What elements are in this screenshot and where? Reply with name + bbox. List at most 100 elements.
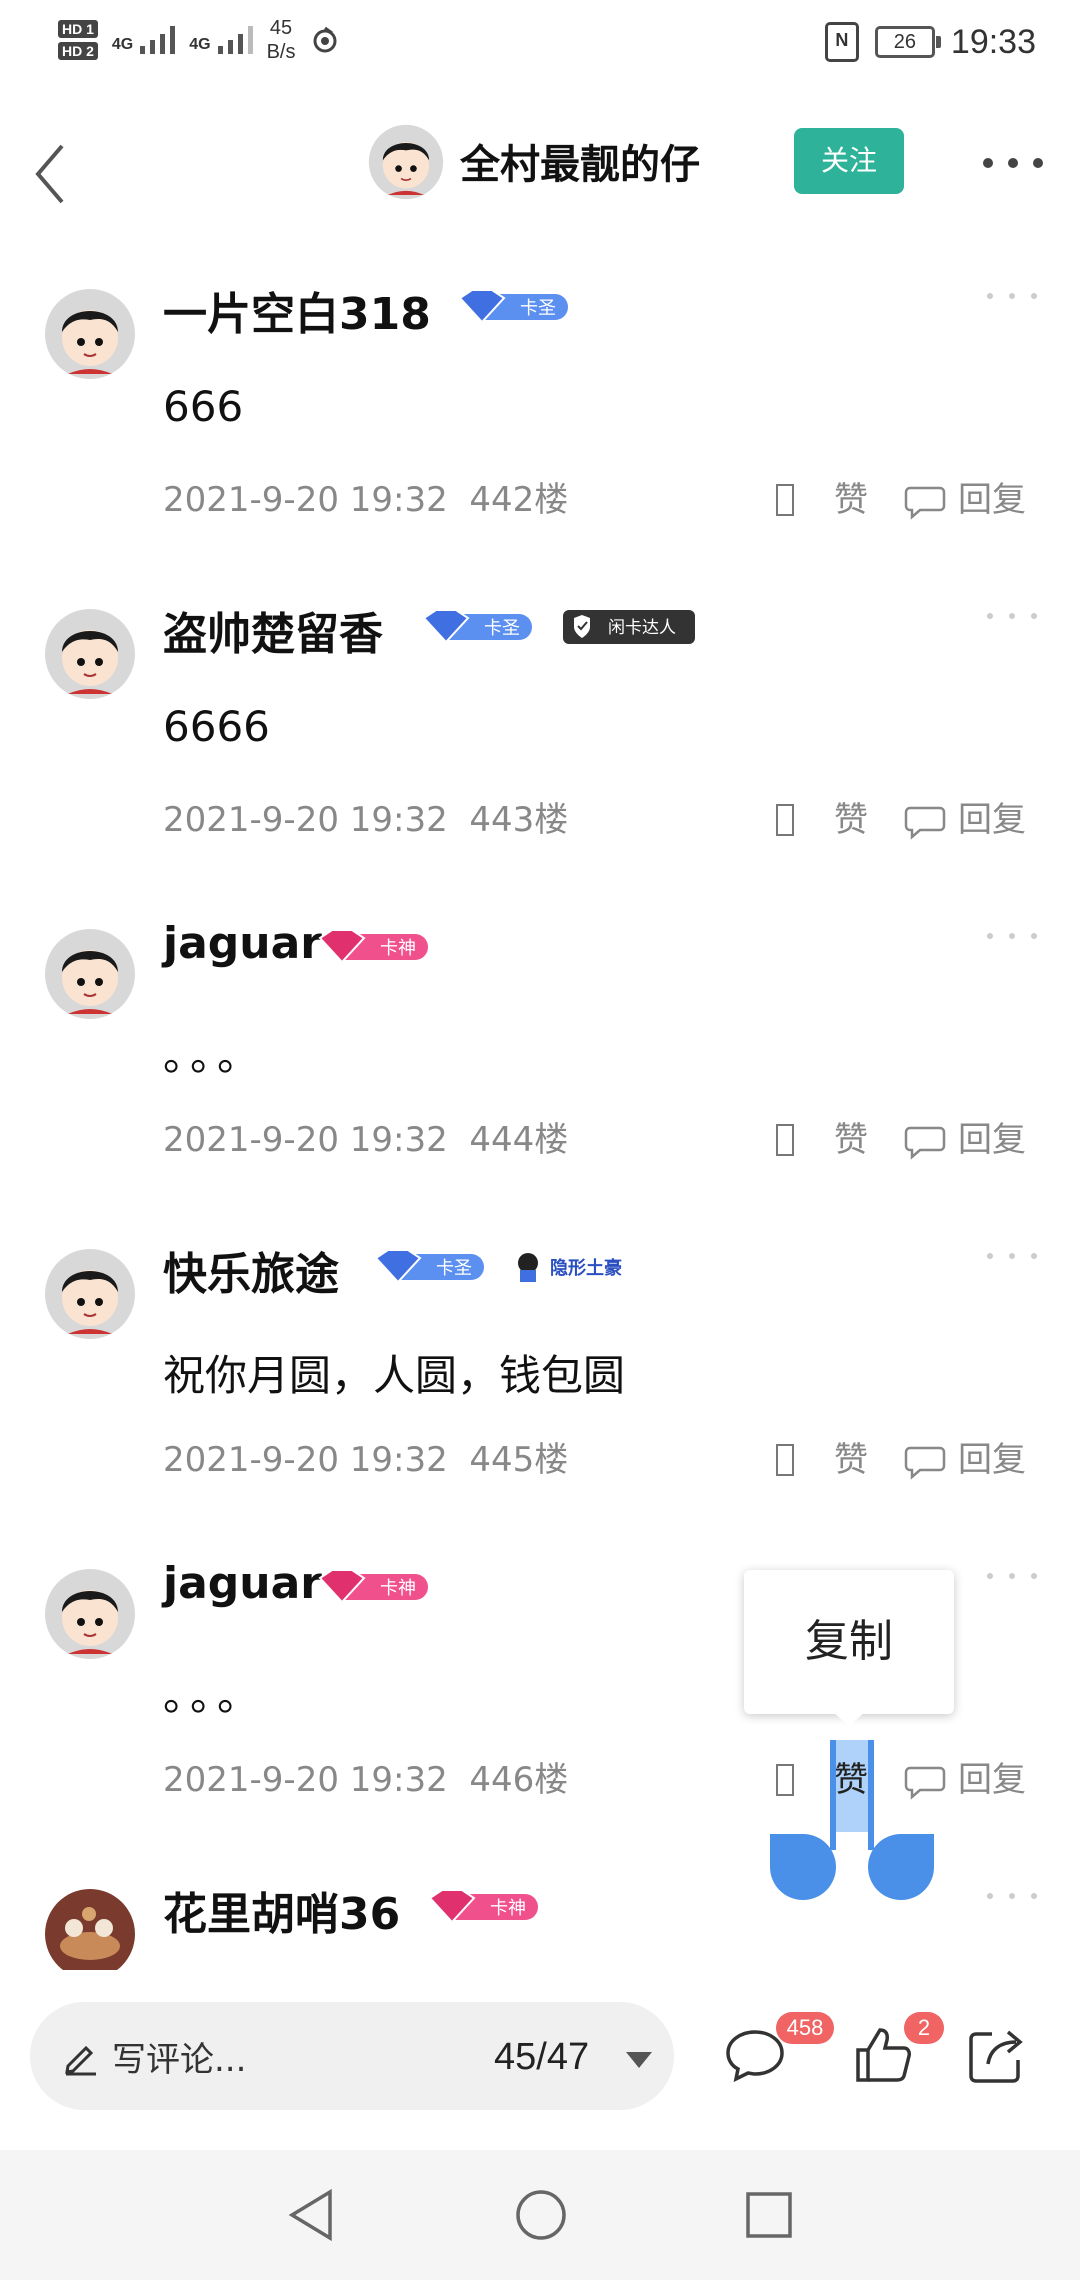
comment-meta: 2021-9-20 19:32 443楼 bbox=[163, 792, 568, 841]
selection-end-handle[interactable] bbox=[868, 1834, 934, 1900]
reply-bubble-icon[interactable] bbox=[904, 1764, 946, 1800]
placeholder-glyph-icon bbox=[776, 804, 794, 836]
signal-icon-2: 4G bbox=[189, 26, 253, 54]
network-type-2: 4G bbox=[189, 36, 211, 53]
like-count-badge: 2 bbox=[904, 2012, 944, 2044]
comment-more-icon[interactable] bbox=[982, 608, 1042, 624]
battery-level: 26 bbox=[893, 31, 917, 53]
comment-more-icon[interactable] bbox=[982, 1248, 1042, 1264]
username[interactable]: 一片空白318 bbox=[163, 278, 431, 342]
page-indicator[interactable]: 45/47 bbox=[494, 2036, 589, 2079]
reply-bubble-icon[interactable] bbox=[904, 484, 946, 520]
popup-arrow bbox=[833, 1712, 865, 1726]
share-icon[interactable] bbox=[966, 2024, 1028, 2086]
floor-number: 445楼 bbox=[469, 1440, 569, 1480]
comment-text: 。。。 bbox=[163, 1671, 266, 1720]
badge-text: 卡圣 bbox=[484, 618, 520, 639]
reply-bubble-icon[interactable] bbox=[904, 804, 946, 840]
level-badge: 卡神 bbox=[318, 929, 428, 964]
status-left: HD 1 HD 2 4G 4G 45 B/s bbox=[58, 16, 340, 64]
user-avatar[interactable] bbox=[44, 1888, 136, 1970]
like-button[interactable]: 赞 bbox=[834, 472, 868, 521]
reply-button[interactable]: 回复 bbox=[958, 792, 1026, 841]
reply-button[interactable]: 回复 bbox=[958, 1112, 1026, 1161]
badge-text: 卡圣 bbox=[520, 298, 556, 319]
user-avatar[interactable] bbox=[44, 1248, 136, 1340]
placeholder-glyph-icon bbox=[776, 1124, 794, 1156]
back-arrow-icon[interactable] bbox=[28, 134, 88, 214]
copy-button[interactable]: 复制 bbox=[744, 1570, 954, 1714]
reply-button[interactable]: 回复 bbox=[958, 472, 1026, 521]
status-right: N 26 19:33 bbox=[824, 22, 1036, 62]
comment-text: 祝你月圆，人圆，钱包圆 bbox=[163, 1351, 626, 1400]
comment-more-icon[interactable] bbox=[982, 1568, 1042, 1584]
nav-home-icon[interactable] bbox=[514, 2188, 568, 2242]
comment-text: 。。。 bbox=[163, 1031, 266, 1080]
level-badge: 卡神 bbox=[428, 1889, 538, 1924]
nav-back-icon[interactable] bbox=[286, 2188, 338, 2242]
username[interactable]: 快乐旅途 bbox=[163, 1238, 339, 1302]
comment-more-icon[interactable] bbox=[982, 928, 1042, 944]
placeholder-glyph-icon bbox=[776, 1444, 794, 1476]
author-avatar[interactable] bbox=[368, 124, 444, 200]
reply-bubble-icon[interactable] bbox=[904, 1124, 946, 1160]
like-button-selected[interactable]: 赞 bbox=[834, 1752, 868, 1801]
user-avatar[interactable] bbox=[44, 928, 136, 1020]
comment-item: jaguar 卡神 。。。 2021-9-20 19:32 444楼 赞 回复 bbox=[0, 884, 1080, 1206]
follow-button[interactable]: 关注 bbox=[794, 128, 904, 194]
nav-recents-icon[interactable] bbox=[744, 2190, 794, 2240]
placeholder-glyph-icon bbox=[776, 1764, 794, 1796]
clock: 19:33 bbox=[950, 22, 1036, 61]
more-options-icon[interactable] bbox=[978, 148, 1048, 178]
comment-more-icon[interactable] bbox=[982, 288, 1042, 304]
tycoon-badge: 隐形土豪 bbox=[518, 1253, 622, 1282]
comment-text: 666 bbox=[163, 382, 244, 431]
comment-text: 6666 bbox=[163, 702, 270, 751]
floor-number: 444楼 bbox=[469, 1120, 569, 1160]
selection-start-handle[interactable] bbox=[770, 1834, 836, 1900]
hd1-label: HD 1 bbox=[58, 20, 98, 38]
page-dropdown-icon[interactable] bbox=[626, 2052, 652, 2068]
reply-button[interactable]: 回复 bbox=[958, 1752, 1026, 1801]
comment-item: 一片空白318 卡圣 666 2021-9-20 19:32 442楼 赞 回复 bbox=[0, 244, 1080, 566]
username[interactable]: jaguar bbox=[163, 1558, 322, 1609]
username[interactable]: jaguar bbox=[163, 918, 322, 969]
badge-text: 卡神 bbox=[380, 1578, 416, 1599]
like-button[interactable]: 赞 bbox=[834, 1112, 868, 1161]
selection-start-line bbox=[830, 1740, 836, 1850]
comment-item: 快乐旅途 卡圣 隐形土豪 祝你月圆，人圆，钱包圆 2021-9-20 19:32… bbox=[0, 1204, 1080, 1526]
username[interactable]: 盗帅楚留香 bbox=[163, 598, 383, 662]
hotspot-icon bbox=[313, 26, 336, 53]
comment-meta: 2021-9-20 19:32 442楼 bbox=[163, 472, 568, 521]
page-title: 全村最靓的仔 bbox=[460, 142, 700, 188]
comment-more-icon[interactable] bbox=[982, 1888, 1042, 1904]
comment-placeholder: 写评论... bbox=[112, 2040, 247, 2080]
level-badge: 卡圣 bbox=[422, 609, 532, 644]
comment-meta: 2021-9-20 19:32 445楼 bbox=[163, 1432, 568, 1481]
user-avatar[interactable] bbox=[44, 288, 136, 380]
user-avatar[interactable] bbox=[44, 1568, 136, 1660]
reply-button[interactable]: 回复 bbox=[958, 1432, 1026, 1481]
battery-icon: 26 bbox=[874, 26, 941, 58]
floor-number: 442楼 bbox=[469, 480, 569, 520]
comment-input[interactable]: 写评论... 45/47 bbox=[30, 2002, 674, 2110]
comment-item: 盗帅楚留香 卡圣 闲卡达人 6666 2021-9-20 19:32 443楼 … bbox=[0, 564, 1080, 886]
username[interactable]: 花里胡哨36 bbox=[163, 1878, 400, 1942]
level-badge: 卡圣 bbox=[458, 289, 568, 324]
expert-badge-text: 闲卡达人 bbox=[608, 618, 676, 638]
like-button[interactable]: 赞 bbox=[834, 1432, 868, 1481]
tycoon-badge-text: 隐形土豪 bbox=[550, 1257, 622, 1279]
network-speed: 45 B/s bbox=[267, 16, 296, 64]
speed-value: 45 bbox=[269, 17, 293, 39]
hd-indicators: HD 1 HD 2 bbox=[58, 20, 98, 60]
comment-time: 2021-9-20 19:32 bbox=[163, 1760, 448, 1800]
user-avatar[interactable] bbox=[44, 608, 136, 700]
level-badge: 卡圣 bbox=[374, 1249, 484, 1284]
badge-text: 卡圣 bbox=[436, 1258, 472, 1279]
like-button[interactable]: 赞 bbox=[834, 792, 868, 841]
hd2-label: HD 2 bbox=[58, 42, 98, 60]
selection-end-line bbox=[868, 1740, 874, 1850]
copy-context-menu: 复制 bbox=[744, 1570, 954, 1714]
pen-icon bbox=[65, 2045, 96, 2076]
reply-bubble-icon[interactable] bbox=[904, 1444, 946, 1480]
